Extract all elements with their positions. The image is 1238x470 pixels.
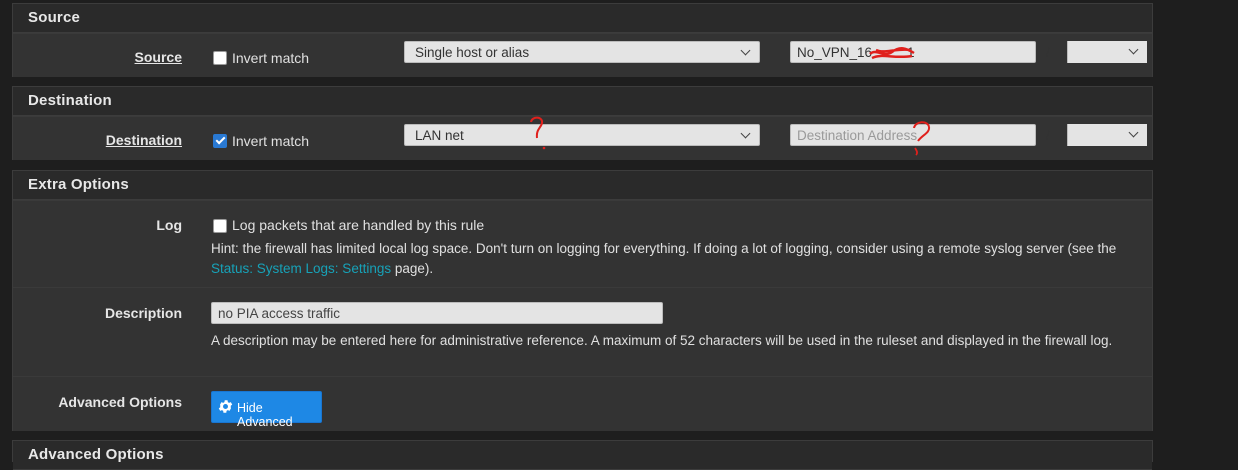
extra-options-header: Extra Options [13, 171, 1152, 200]
chevron-down-icon [1128, 127, 1139, 138]
destination-type-value: LAN net [415, 128, 464, 143]
advanced-options-label: Advanced Options [58, 394, 182, 410]
source-invert-checkbox[interactable] [213, 51, 227, 65]
description-help: A description may be entered here for ad… [211, 333, 1113, 348]
syslog-settings-link[interactable]: Status: System Logs: Settings [211, 261, 391, 276]
advanced-options-panel-title: Advanced Options [28, 446, 164, 463]
extra-options-title: Extra Options [28, 176, 129, 193]
hide-advanced-label: Hide Advanced [237, 401, 293, 429]
advanced-options-row: Advanced Options Hide Advanced [13, 376, 1152, 431]
log-hint-text: Hint: the firewall has limited local log… [211, 241, 1117, 256]
description-row: Description no PIA access traffic A desc… [13, 287, 1152, 377]
description-input[interactable]: no PIA access traffic [211, 302, 663, 324]
log-checkbox-label: Log packets that are handled by this rul… [232, 217, 485, 233]
gear-icon [218, 400, 233, 413]
question-mark-annotation [530, 116, 546, 150]
log-hint-suffix: page). [391, 261, 434, 276]
chevron-down-icon [1128, 44, 1139, 55]
destination-type-select[interactable]: LAN net [404, 124, 760, 146]
description-value: no PIA access traffic [218, 306, 341, 321]
destination-invert-label: Invert match [232, 133, 310, 149]
destination-mask-slash: / [1046, 128, 1050, 143]
log-label: Log [156, 217, 182, 233]
source-type-value: Single host or alias [415, 45, 530, 60]
advanced-options-panel-header: Advanced Options [13, 441, 1152, 470]
source-label: Source [134, 49, 182, 65]
log-row: Log Log packets that are handled by this… [13, 200, 1152, 288]
source-type-select[interactable]: Single host or alias [404, 41, 760, 63]
hide-advanced-button[interactable]: Hide Advanced [211, 391, 322, 429]
extra-options-panel: Extra Options Log Log packets that are h… [12, 170, 1153, 431]
log-hint: Hint: the firewall has limited local log… [211, 239, 1131, 279]
source-row: Source Invert match Single host or alias… [13, 33, 1152, 77]
source-invert-label: Invert match [232, 50, 310, 66]
destination-row: Destination Invert match LAN net Destina… [13, 116, 1152, 160]
destination-address-placeholder: Destination Address [797, 128, 918, 143]
destination-label: Destination [105, 132, 182, 148]
destination-panel-title: Destination [28, 92, 112, 109]
chevron-down-icon [740, 45, 751, 56]
chevron-down-icon [740, 128, 751, 139]
description-label: Description [104, 305, 182, 321]
destination-panel-header: Destination [13, 87, 1152, 116]
question-mark-annotation [913, 121, 931, 156]
red-scribble-annotation [869, 47, 915, 60]
source-panel-title: Source [28, 9, 81, 26]
source-panel: Source Source Invert match Single host o… [12, 3, 1153, 77]
destination-panel: Destination Destination Invert match LAN… [12, 86, 1153, 160]
source-mask-slash: / [1046, 45, 1050, 60]
advanced-options-panel: Advanced Options [12, 440, 1153, 470]
destination-invert-checkbox[interactable] [213, 134, 227, 148]
source-address-value: No_VPN_16 [797, 45, 873, 60]
source-mask-select[interactable] [1067, 41, 1147, 63]
log-checkbox[interactable] [213, 219, 227, 233]
source-panel-header: Source [13, 4, 1152, 33]
destination-mask-select[interactable] [1067, 124, 1147, 146]
